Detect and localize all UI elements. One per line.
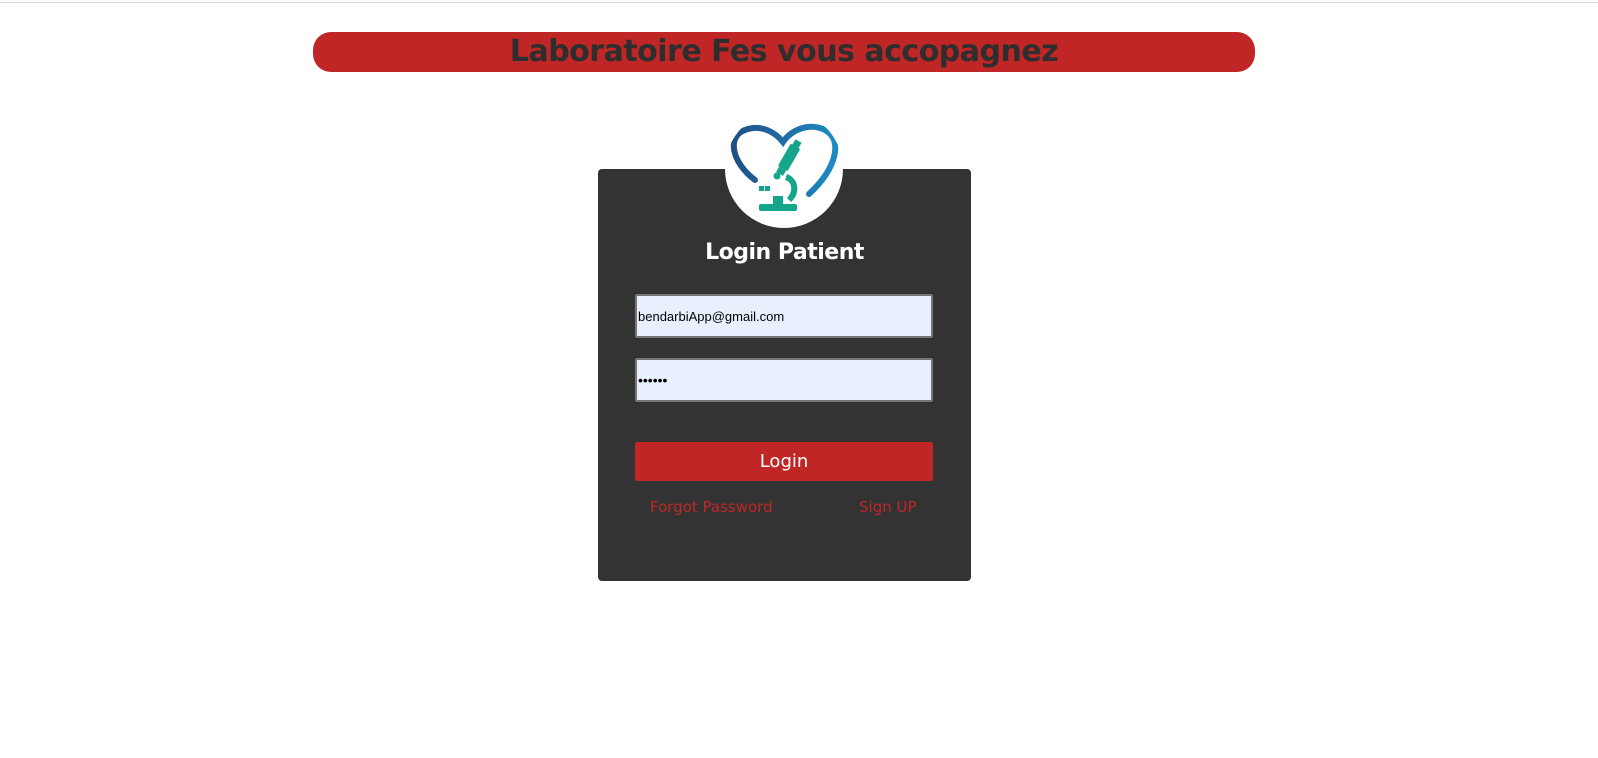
password-field[interactable] bbox=[635, 358, 933, 402]
header-banner: Laboratoire Fes vous accopagnez bbox=[313, 32, 1255, 72]
email-field[interactable] bbox=[635, 294, 933, 338]
login-button[interactable]: Login bbox=[635, 442, 933, 481]
lab-logo bbox=[725, 110, 843, 228]
login-title: Login Patient bbox=[705, 240, 864, 265]
sign-up-link[interactable]: Sign UP bbox=[859, 498, 917, 516]
page-title: Laboratoire Fes vous accopagnez bbox=[509, 34, 1059, 69]
top-divider bbox=[0, 2, 1598, 3]
heart-microscope-icon bbox=[730, 123, 839, 211]
forgot-password-link[interactable]: Forgot Password bbox=[650, 498, 773, 516]
